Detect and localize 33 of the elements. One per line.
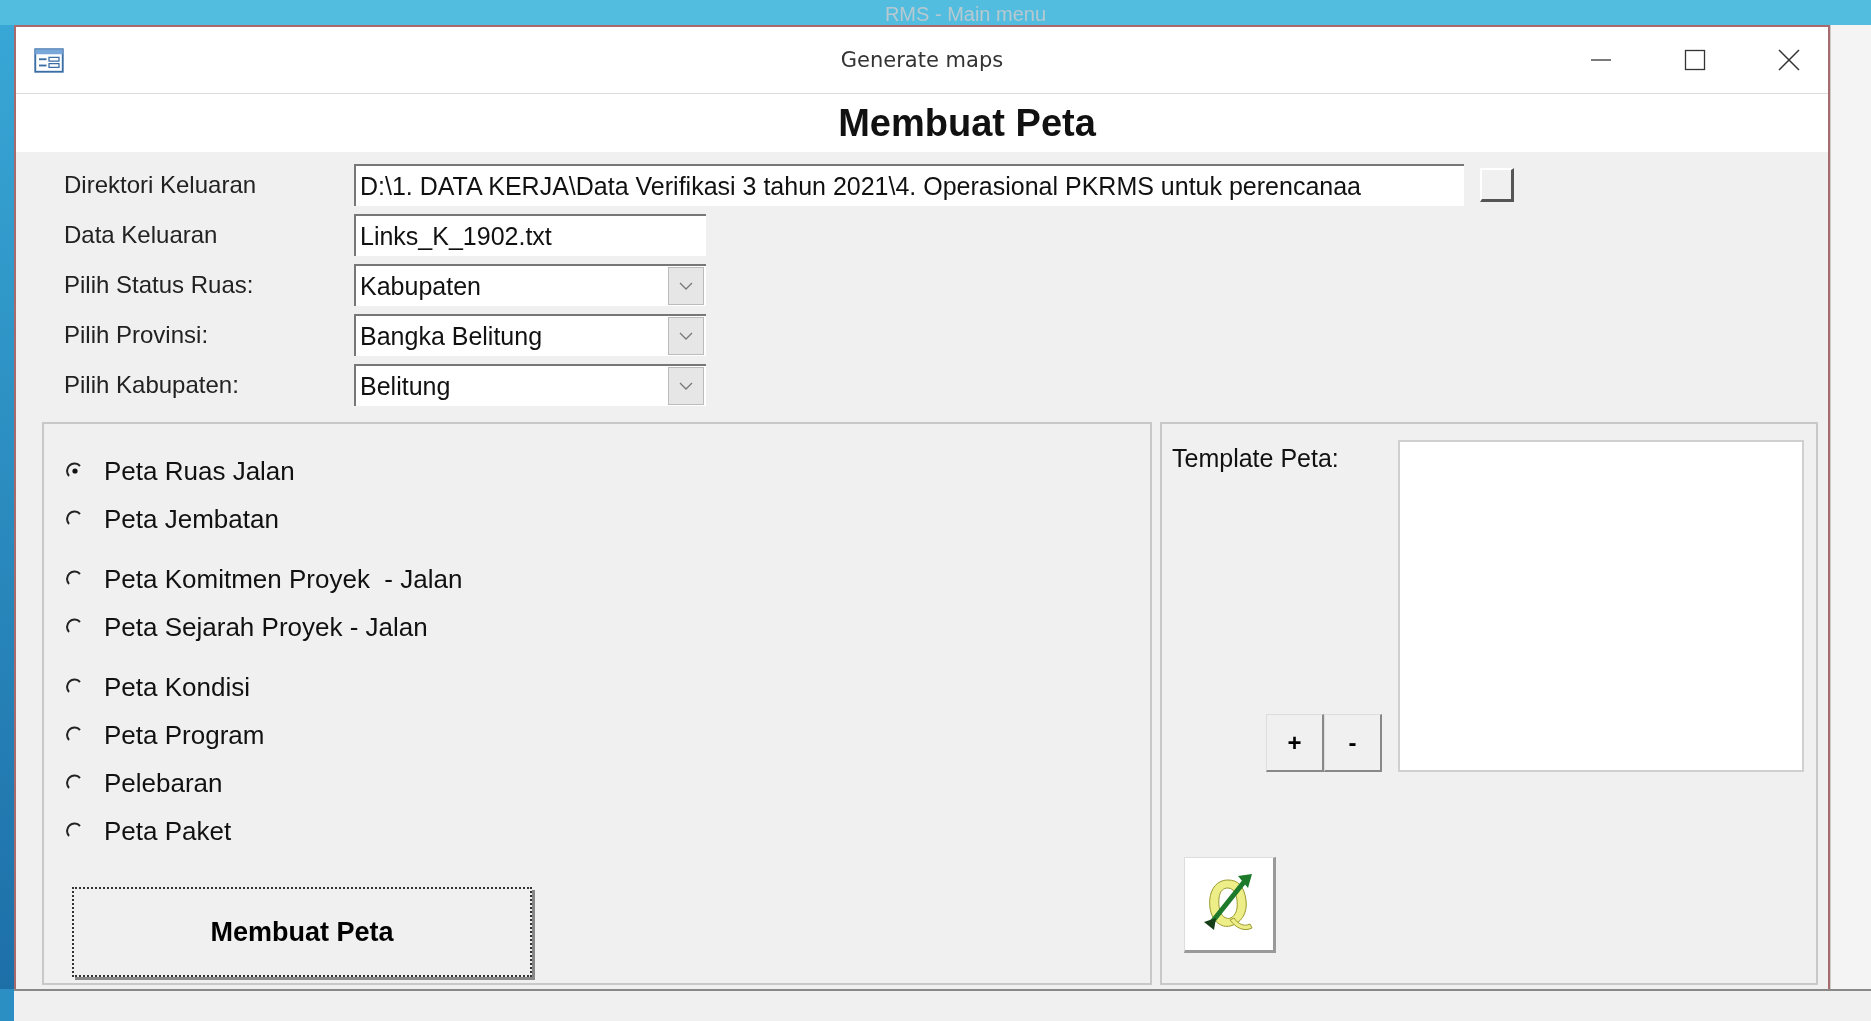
create-map-button[interactable]: Membuat Peta (72, 887, 532, 977)
radio-option[interactable]: Peta Ruas Jalan (66, 448, 1128, 494)
field-label: Pilih Provinsi: (64, 321, 210, 349)
window-title: Generate maps (840, 48, 1004, 72)
background-window-title: RMS - Main menu (884, 3, 1047, 25)
radio-option[interactable]: Peta Paket (66, 808, 1128, 854)
maximize-icon[interactable] (1684, 49, 1706, 71)
qgis-button[interactable] (1184, 857, 1276, 953)
form-icon (34, 47, 64, 73)
radio-option[interactable]: Peta Program (66, 712, 1128, 758)
radio-option[interactable]: Peta Komitmen Proyek - Jalan (66, 556, 1128, 602)
radio-option[interactable]: Peta Jembatan (66, 496, 1128, 542)
add-button[interactable]: + (1266, 714, 1324, 772)
filename-field[interactable]: Links_K_1902.txt (354, 214, 706, 256)
chevron-down-icon (679, 332, 693, 340)
chevron-down-icon (679, 282, 693, 290)
browse-button[interactable] (1480, 168, 1514, 202)
close-icon[interactable] (1778, 49, 1800, 71)
remove-button[interactable]: - (1324, 714, 1382, 772)
radio-option[interactable]: Peta Sejarah Proyek - Jalan (66, 604, 1128, 650)
dropdown[interactable]: Belitung (354, 364, 706, 406)
radio-option[interactable]: Pelebaran (66, 760, 1128, 806)
directory-field[interactable]: D:\1. DATA KERJA\Data Verifikasi 3 tahun 2021\4. Operasional PKRMS untuk perencanaa (354, 164, 1464, 206)
field-label: Pilih Status Ruas: (64, 271, 255, 299)
field-label: Pilih Kabupaten: (64, 371, 240, 399)
field-label: Direktori Keluaran (64, 171, 258, 199)
field-label: Data Keluaran (64, 221, 219, 249)
template-label: Template Peta: (1172, 443, 1340, 473)
dropdown[interactable]: Kabupaten (354, 264, 706, 306)
form-heading: Membuat Peta (838, 101, 1096, 145)
dropdown[interactable]: Bangka Belitung (354, 314, 706, 356)
radio-option[interactable]: Peta Kondisi (66, 664, 1128, 710)
chevron-down-icon (679, 382, 693, 390)
